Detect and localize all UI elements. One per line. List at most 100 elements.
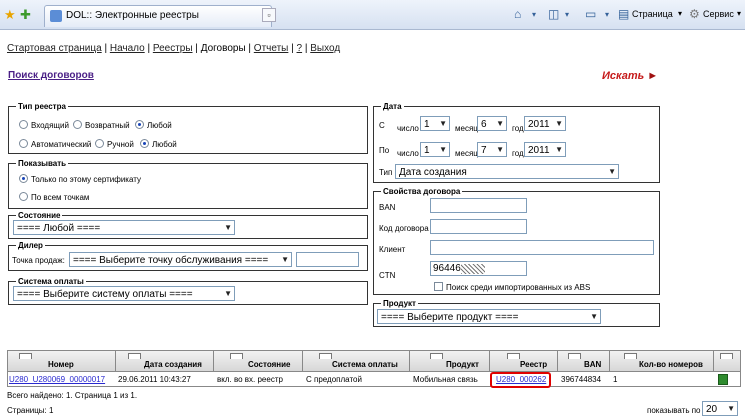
col-registry-label: Реестр: [520, 360, 548, 369]
menu-item-reports[interactable]: Отчеты: [254, 43, 289, 54]
tab-favicon-icon: [50, 10, 62, 22]
radio-this-certificate-label: Только по этому сертификату: [31, 175, 141, 184]
date-type-select[interactable]: Дата создания ▼: [395, 164, 619, 179]
page-size-select[interactable]: 20 ▼: [702, 401, 738, 416]
radio-any-direction-label: Любой: [147, 121, 172, 130]
sort-icon: [319, 353, 332, 359]
radio-incoming[interactable]: [19, 120, 28, 129]
tools-menu-dropdown-icon[interactable]: ▾: [737, 9, 741, 18]
from-year-select[interactable]: 2011 ▼: [524, 116, 566, 131]
date-legend: Дата: [381, 102, 404, 111]
search-button-label: Искать: [602, 70, 645, 82]
favorites-star-icon[interactable]: ★: [4, 7, 16, 23]
point-of-sale-input[interactable]: [296, 252, 359, 267]
radio-return[interactable]: [73, 120, 82, 129]
ban-input[interactable]: [430, 198, 527, 213]
col-registry[interactable]: Реестр: [490, 351, 558, 371]
excel-export-icon[interactable]: [718, 374, 728, 385]
radio-any-direction[interactable]: [135, 120, 144, 129]
product-select[interactable]: ==== Выберите продукт ==== ▼: [377, 309, 601, 324]
search-button[interactable]: Искать ►: [602, 70, 658, 82]
menu-item-contracts[interactable]: Договоры: [201, 43, 246, 54]
col-product[interactable]: Продукт: [410, 351, 490, 371]
contract-code-input[interactable]: [430, 219, 527, 234]
abs-import-checkbox[interactable]: [434, 282, 443, 291]
chevron-down-icon: ▼: [281, 255, 289, 264]
menu-item-exit[interactable]: Выход: [310, 43, 340, 54]
pages-label: Страницы: 1: [7, 406, 54, 415]
col-count[interactable]: Кол-во номеров: [610, 351, 714, 371]
registry-type-legend: Тип реестра: [16, 102, 68, 111]
from-year-label: год: [512, 124, 524, 133]
radio-automatic[interactable]: [19, 139, 28, 148]
to-month-select[interactable]: 7 ▼: [477, 142, 507, 157]
row-count: 1: [613, 375, 618, 384]
menu-item-home[interactable]: Начало: [110, 43, 145, 54]
found-summary: Всего найдено: 1. Страница 1 из 1.: [7, 391, 138, 400]
date-from-label: С: [379, 121, 385, 130]
to-day-select[interactable]: 1 ▼: [420, 142, 450, 157]
row-registry-link[interactable]: U280_000262: [496, 375, 546, 384]
to-month-label: месяц: [455, 149, 478, 158]
col-count-label: Кол-во номеров: [639, 360, 703, 369]
page-menu[interactable]: Страница: [632, 9, 673, 19]
col-number[interactable]: Номер: [7, 351, 116, 371]
row-ban: 396744834: [561, 375, 602, 384]
print-icon[interactable]: ▭: [585, 7, 596, 21]
tools-menu[interactable]: Сервис: [703, 9, 734, 19]
row-payment: С предоплатой: [306, 375, 362, 384]
col-state[interactable]: Состояние: [214, 351, 303, 371]
chevron-down-icon: ▼: [555, 145, 563, 154]
to-month-value: 7: [481, 145, 487, 156]
sort-icon: [568, 353, 581, 359]
client-input[interactable]: [430, 240, 654, 255]
page-size-value: 20: [706, 404, 718, 415]
print-dropdown-icon[interactable]: ▾: [605, 10, 609, 19]
new-tab-icon[interactable]: ▫: [262, 8, 276, 22]
col-payment[interactable]: Система оплаты: [303, 351, 410, 371]
radio-this-certificate[interactable]: [19, 174, 28, 183]
point-of-sale-select[interactable]: ==== Выберите точку обслуживания ==== ▼: [69, 252, 292, 267]
state-legend: Состояние: [16, 211, 63, 220]
menu-item-registries[interactable]: Реестры: [153, 43, 193, 54]
radio-manual[interactable]: [95, 139, 104, 148]
add-favorites-icon[interactable]: ✚: [20, 7, 31, 23]
state-select[interactable]: ==== Любой ==== ▼: [13, 220, 235, 235]
payment-select-value: ==== Выберите систему оплаты ====: [17, 289, 193, 300]
show-group: [8, 163, 368, 209]
col-created[interactable]: Дата создания: [116, 351, 214, 371]
col-ban[interactable]: BAN: [558, 351, 610, 371]
payment-select[interactable]: ==== Выберите систему оплаты ==== ▼: [13, 286, 235, 301]
radio-all-points-label: По всем точкам: [31, 193, 90, 202]
row-created: 29.06.2011 10:43:27: [118, 375, 191, 384]
ctn-input[interactable]: 96446: [430, 261, 527, 276]
ban-label: BAN: [379, 203, 396, 212]
gear-icon[interactable]: ⚙: [689, 7, 700, 21]
to-year-select[interactable]: 2011 ▼: [524, 142, 566, 157]
page-menu-dropdown-icon[interactable]: ▾: [678, 9, 682, 18]
to-day-value: 1: [424, 145, 430, 156]
row-number-link[interactable]: U280_U280069_00000017: [9, 375, 105, 384]
sort-icon: [720, 353, 733, 359]
to-year-value: 2011: [528, 145, 550, 156]
page-size-label: показывать по: [647, 406, 701, 415]
from-month-label: месяц: [455, 124, 478, 133]
from-day-select[interactable]: 1 ▼: [420, 116, 450, 131]
contract-code-label: Код договора: [379, 224, 429, 233]
redacted-mask: [461, 264, 485, 274]
feeds-icon[interactable]: ◫: [548, 7, 559, 21]
feeds-dropdown-icon[interactable]: ▾: [565, 10, 569, 19]
radio-automatic-label: Автоматический: [31, 140, 92, 149]
chevron-down-icon: ▼: [496, 119, 504, 128]
chevron-down-icon: ▼: [608, 167, 616, 176]
from-month-select[interactable]: 6 ▼: [477, 116, 507, 131]
radio-any-mode[interactable]: [140, 139, 149, 148]
sort-icon: [507, 353, 520, 359]
state-select-value: ==== Любой ====: [17, 223, 101, 234]
menu-item-start[interactable]: Стартовая страница: [7, 43, 102, 54]
main-menu: Стартовая страница | Начало | Реестры | …: [7, 43, 341, 54]
home-dropdown-icon[interactable]: ▾: [532, 10, 536, 19]
col-product-label: Продукт: [446, 360, 479, 369]
radio-all-points[interactable]: [19, 192, 28, 201]
home-icon[interactable]: ⌂: [514, 7, 521, 21]
